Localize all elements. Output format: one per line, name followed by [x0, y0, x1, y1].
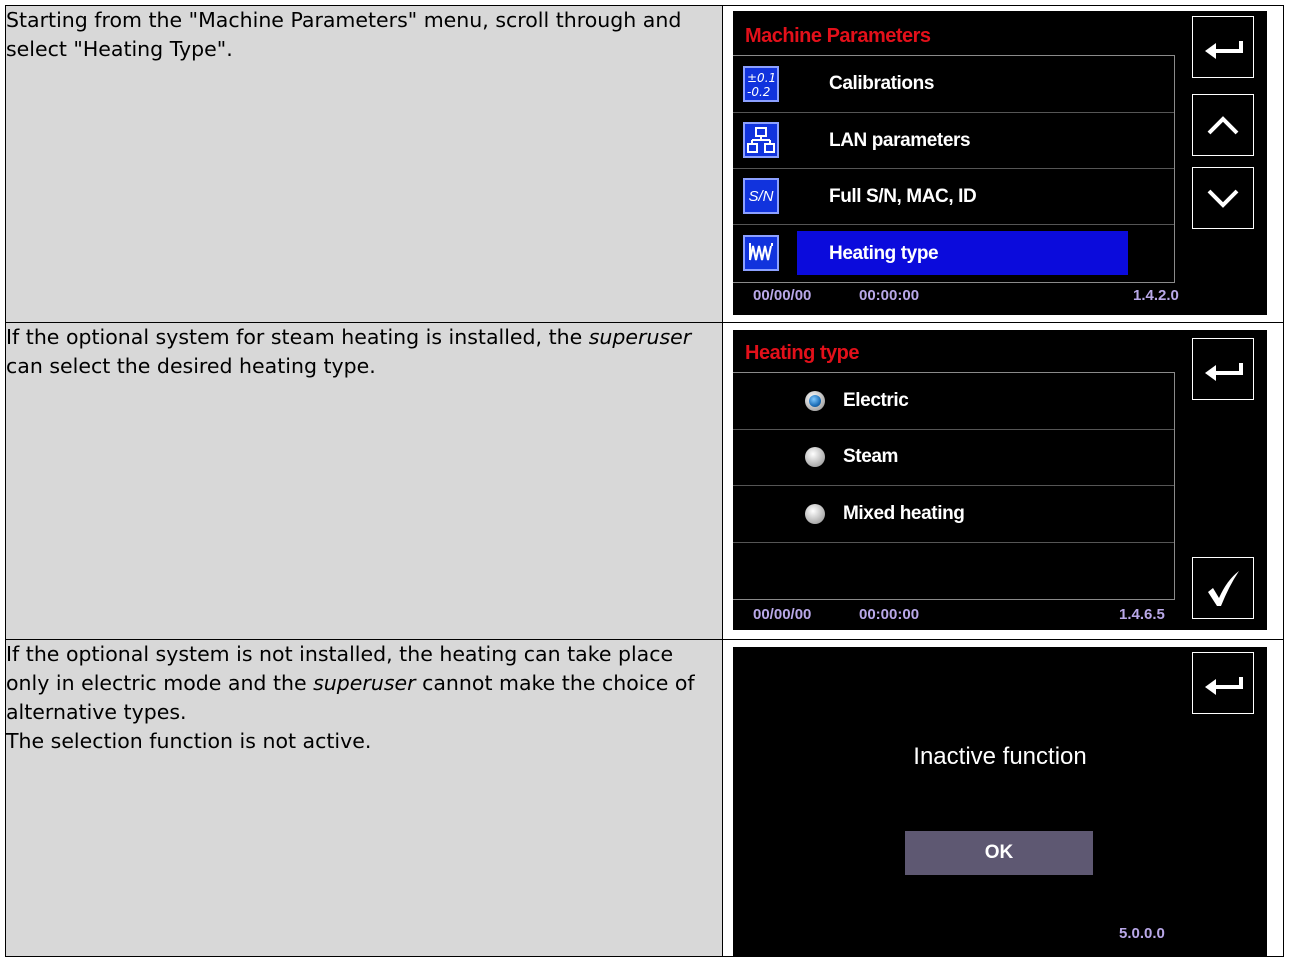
option-mixed-heating[interactable]: Mixed heating — [733, 486, 1174, 543]
back-icon — [1201, 671, 1245, 695]
arrow-down-icon — [1207, 189, 1239, 208]
options-list: Electric Steam Mixed heating — [733, 372, 1175, 600]
instruction-text: If the optional system for steam heating… — [6, 323, 722, 381]
ok-button[interactable]: OK — [905, 831, 1093, 875]
table-row: Starting from the "Machine Parameters" m… — [5, 5, 1284, 323]
back-icon — [1201, 357, 1245, 381]
calibration-icon: ±0.1 -0.2 — [743, 66, 779, 102]
text-segment: can select the desired heating type. — [6, 354, 376, 378]
checkmark-icon — [1208, 571, 1239, 606]
screenshot-cell: Heating type Electric Steam Mixed heatin… — [722, 322, 1284, 640]
version-readout: 5.0.0.0 — [1119, 925, 1165, 942]
instruction-text: Starting from the "Machine Parameters" m… — [6, 8, 682, 61]
back-icon — [1201, 35, 1245, 59]
option-label: Electric — [843, 390, 909, 411]
option-electric[interactable]: Electric — [733, 373, 1174, 430]
arrow-up-icon — [1207, 116, 1239, 135]
screenshot-cell: Machine Parameters ±0.1 -0.2 Calibrations… — [722, 5, 1284, 323]
option-steam[interactable]: Steam — [733, 430, 1174, 486]
instruction-text: The selection function is not active. — [6, 729, 372, 753]
screen-title: Heating type — [745, 342, 860, 364]
scroll-down-button[interactable] — [1192, 167, 1254, 229]
instruction-cell: Starting from the "Machine Parameters" m… — [5, 5, 723, 323]
menu-item-calibrations[interactable]: ±0.1 -0.2 Calibrations — [733, 56, 1174, 113]
machine-parameters-screen: Machine Parameters ±0.1 -0.2 Calibrations… — [733, 11, 1267, 315]
serial-number-icon: S/N — [743, 178, 779, 214]
menu-item-lan-parameters[interactable]: LAN parameters — [733, 113, 1174, 169]
table-row: If the optional system is not installed,… — [5, 639, 1284, 957]
menu-item-label: Full S/N, MAC, ID — [829, 186, 977, 207]
back-button[interactable] — [1192, 16, 1254, 78]
menu-list: ±0.1 -0.2 Calibrations LAN parameters S/N… — [733, 55, 1175, 283]
inactive-function-screen: Inactive function OK 5.0.0.0 — [733, 647, 1267, 957]
back-button[interactable] — [1192, 652, 1254, 714]
radio-unselected-icon[interactable] — [805, 447, 825, 467]
heating-coil-icon — [743, 235, 779, 271]
time-readout: 00:00:00 — [859, 287, 920, 304]
menu-item-heating-type[interactable]: Heating type — [733, 225, 1174, 281]
option-label: Steam — [843, 446, 899, 467]
text-emphasis: superuser — [588, 325, 692, 349]
back-button[interactable] — [1192, 338, 1254, 400]
radio-unselected-icon[interactable] — [805, 504, 825, 524]
menu-item-label: Calibrations — [829, 73, 934, 94]
scroll-up-button[interactable] — [1192, 94, 1254, 156]
screenshot-cell: Inactive function OK 5.0.0.0 — [722, 639, 1284, 957]
menu-item-serial-number[interactable]: S/N Full S/N, MAC, ID — [733, 169, 1174, 225]
menu-item-label: Heating type — [829, 243, 939, 264]
svg-text:-0.2: -0.2 — [747, 85, 770, 99]
text-segment: If the optional system for steam heating… — [6, 325, 589, 349]
svg-text:±0.1: ±0.1 — [747, 71, 776, 85]
message-text: Inactive function — [913, 743, 1087, 770]
menu-item-label: LAN parameters — [829, 130, 971, 151]
instruction-cell: If the optional system is not installed,… — [5, 639, 723, 957]
table-row: If the optional system for steam heating… — [5, 322, 1284, 640]
date-readout: 00/00/00 — [753, 287, 812, 304]
version-readout: 1.4.6.5 — [1119, 606, 1165, 623]
instruction-cell: If the optional system for steam heating… — [5, 322, 723, 640]
heating-type-screen: Heating type Electric Steam Mixed heatin… — [733, 330, 1267, 630]
network-icon — [743, 122, 779, 158]
instruction-text: If the optional system is not installed,… — [6, 640, 722, 727]
time-readout: 00:00:00 — [859, 606, 920, 623]
confirm-button[interactable] — [1192, 557, 1254, 619]
date-readout: 00/00/00 — [753, 606, 812, 623]
version-readout: 1.4.2.0 — [1133, 287, 1179, 304]
radio-selected-icon[interactable] — [805, 391, 825, 411]
text-emphasis: superuser — [313, 671, 416, 695]
screen-title: Machine Parameters — [745, 25, 931, 47]
instruction-table: Starting from the "Machine Parameters" m… — [5, 5, 1284, 957]
option-label: Mixed heating — [843, 503, 965, 524]
